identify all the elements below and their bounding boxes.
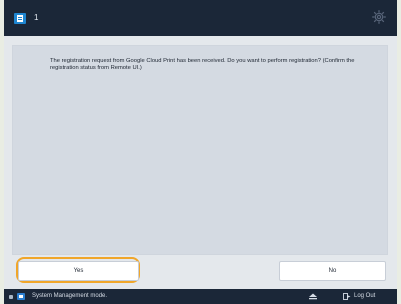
logout-icon[interactable] (343, 293, 351, 300)
registration-message: The registration request from Google Clo… (50, 58, 355, 72)
mode-status-text: System Management mode. (32, 293, 108, 299)
job-count: 1 (34, 13, 39, 22)
device-screen: 1 The registration request from Google C… (4, 0, 397, 304)
top-bar: 1 (4, 0, 397, 36)
logout-button-label[interactable]: Log Out (354, 292, 375, 301)
copy-document-icon[interactable] (14, 13, 26, 24)
message-panel: The registration request from Google Clo… (12, 45, 388, 255)
status-bar: System Management mode. Log Out (4, 289, 397, 304)
eject-icon[interactable] (308, 293, 318, 300)
status-indicator-icon (9, 295, 13, 299)
yes-button[interactable]: Yes (18, 261, 139, 281)
gear-icon[interactable] (371, 9, 387, 25)
status-monitor-icon[interactable] (17, 293, 25, 300)
no-button[interactable]: No (279, 261, 386, 281)
